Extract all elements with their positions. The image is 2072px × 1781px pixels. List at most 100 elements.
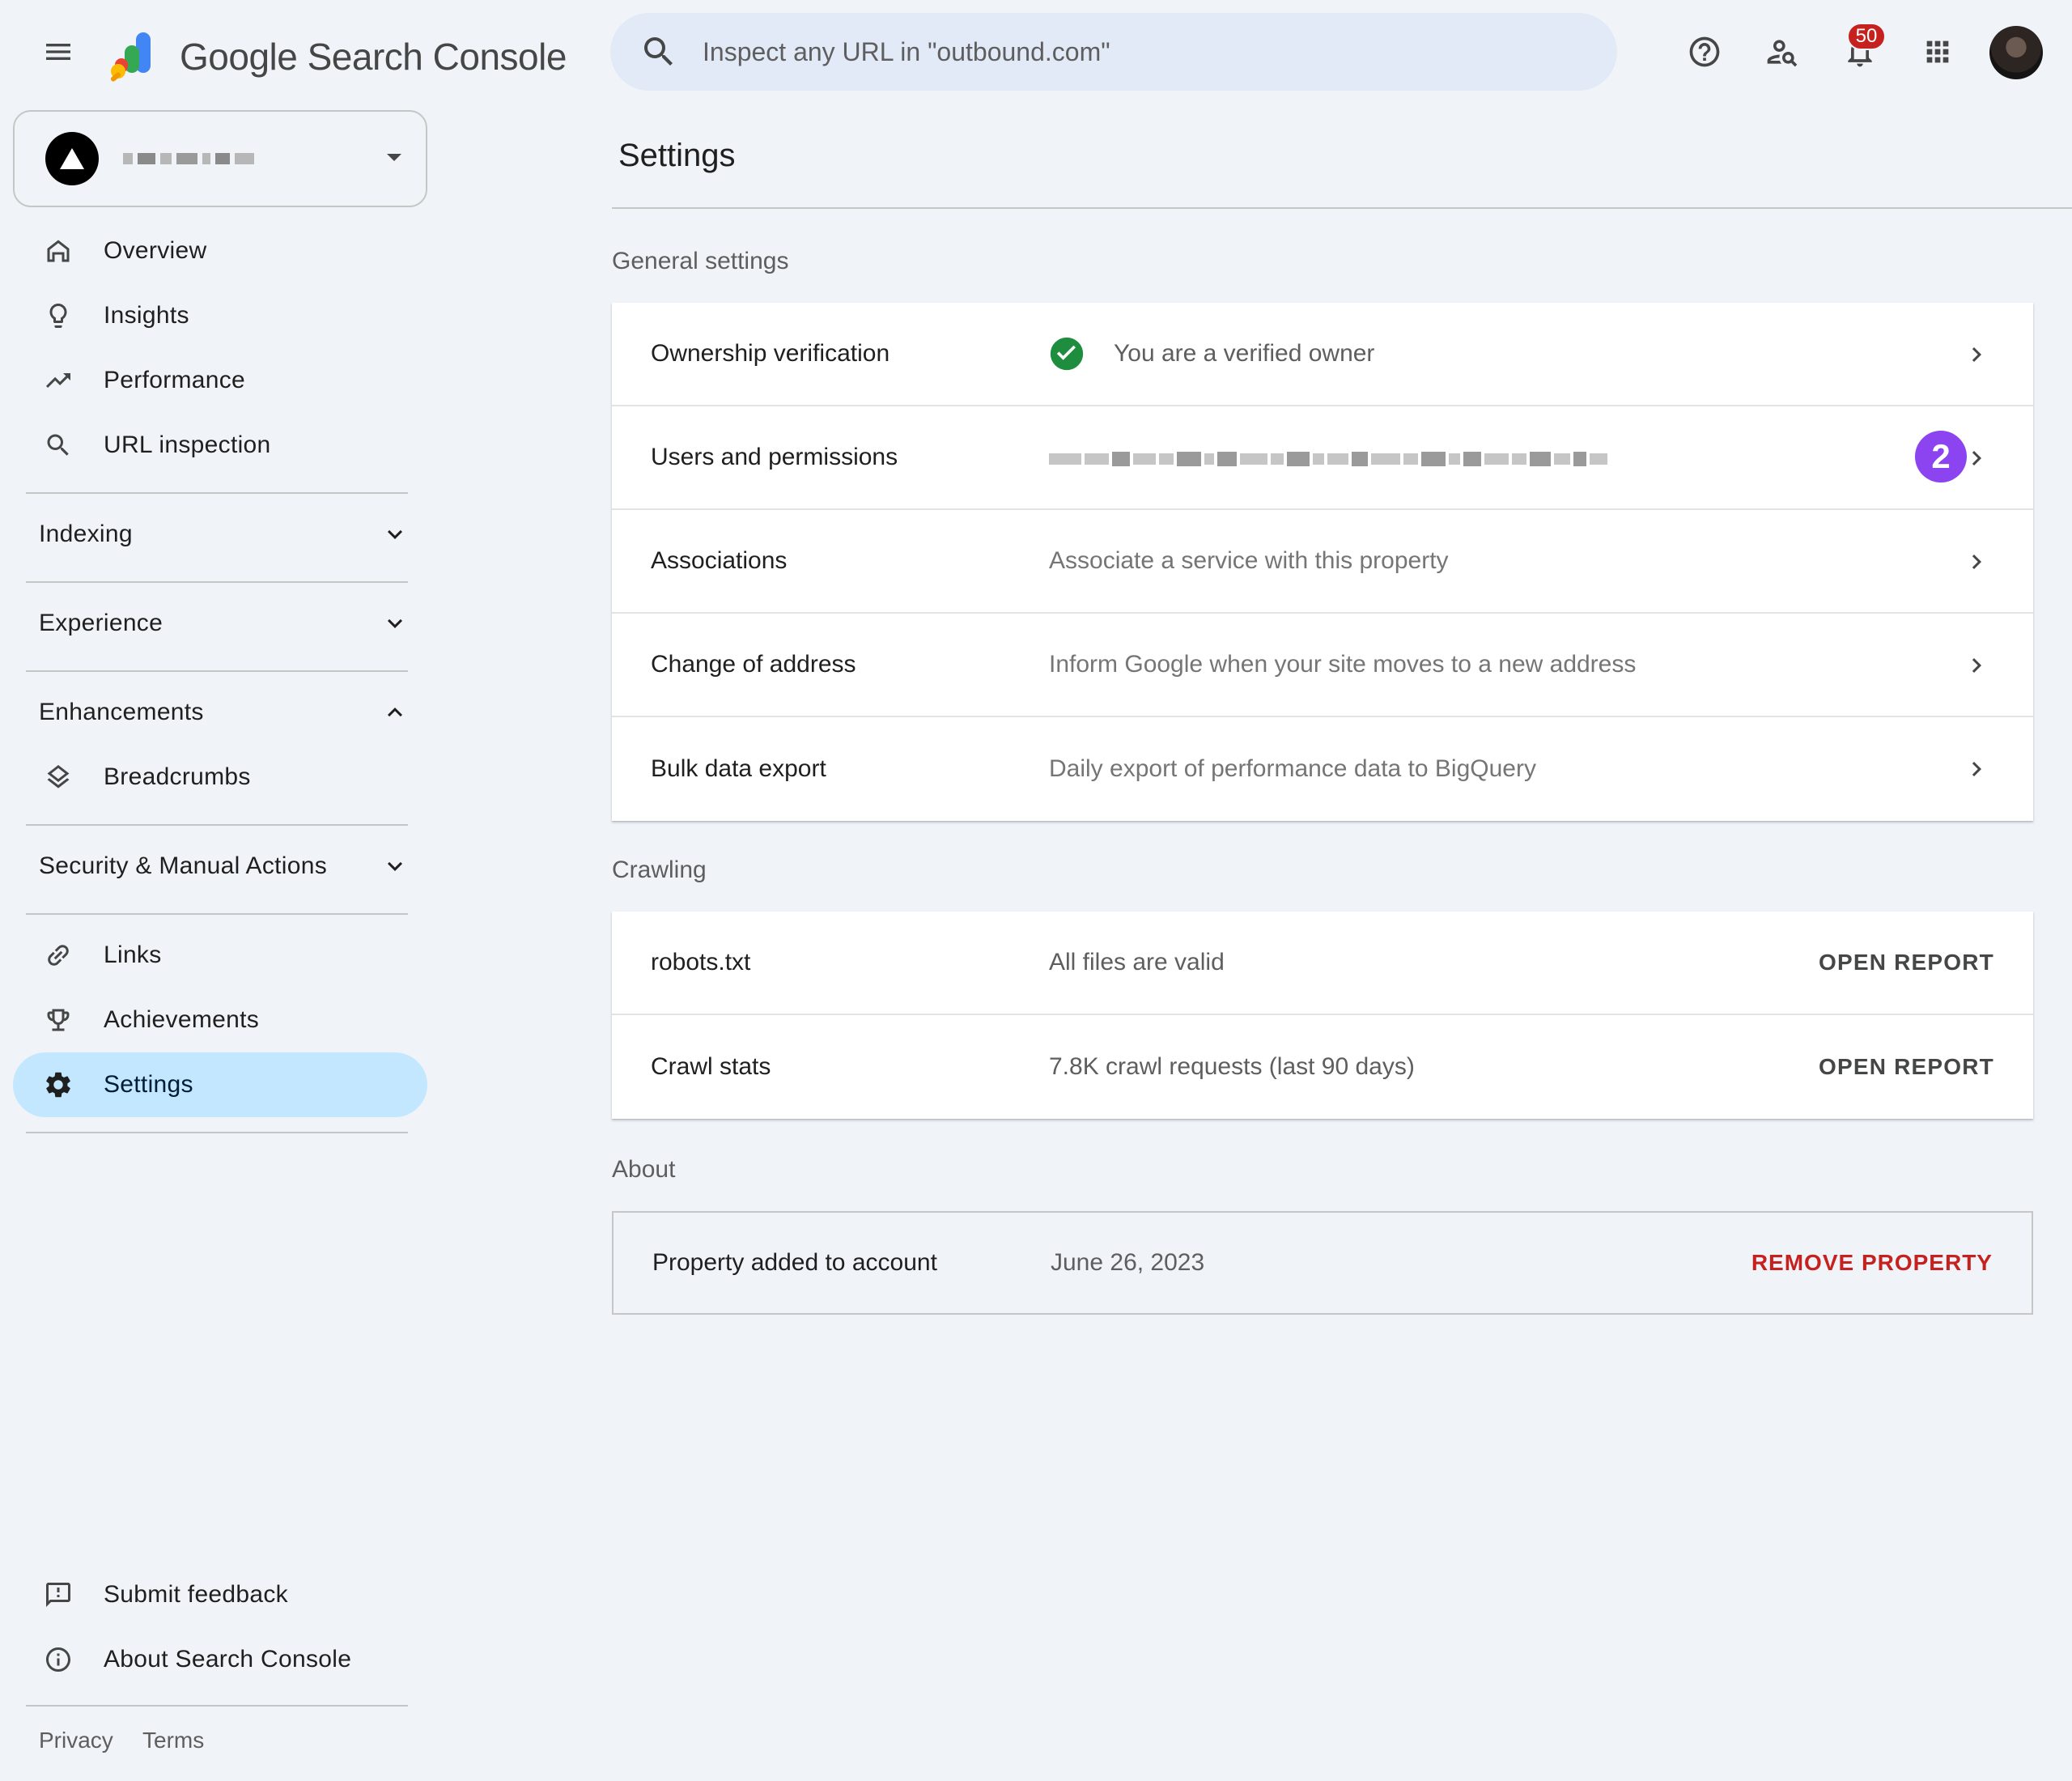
chevron-up-icon: [388, 708, 402, 717]
section-label: Indexing: [39, 521, 133, 547]
crawling-heading: Crawling: [612, 856, 707, 883]
brand-title[interactable]: Google Search Console: [180, 29, 567, 84]
chevron-right-icon: [1972, 347, 1981, 362]
property-selector[interactable]: [13, 110, 427, 207]
users-permissions-row[interactable]: Users and permissions 2: [612, 406, 2033, 510]
nav-label: Insights: [104, 302, 189, 329]
help-icon: [1689, 36, 1720, 67]
title-divider: [612, 207, 2072, 209]
row-value: You are a verified owner: [1114, 340, 1375, 367]
chevron-down-icon: [388, 861, 402, 871]
sidebar-divider: [26, 824, 408, 826]
row-value: All files are valid: [1049, 949, 1225, 976]
feedback-icon: [42, 1579, 74, 1611]
change-of-address-row[interactable]: Change of address Inform Google when you…: [612, 614, 2033, 717]
nav-label: About Search Console: [104, 1646, 352, 1673]
google-apps-button[interactable]: [1915, 29, 1960, 74]
nav-settings[interactable]: Settings: [13, 1052, 427, 1117]
crawl-stats-row: Crawl stats 7.8K crawl requests (last 90…: [612, 1015, 2033, 1119]
search-console-logo: [108, 26, 165, 83]
search-icon: [42, 429, 74, 461]
trending-up-icon: [42, 364, 74, 397]
chevron-right-icon: [1972, 762, 1981, 776]
associations-row[interactable]: Associations Associate a service with th…: [612, 510, 2033, 614]
page-title: Settings: [618, 138, 736, 173]
nav-label: Settings: [104, 1071, 193, 1098]
crawling-card: robots.txt All files are valid OPEN REPO…: [612, 912, 2033, 1119]
nav-label: Overview: [104, 237, 207, 264]
main-menu-button[interactable]: [36, 29, 81, 74]
help-button[interactable]: [1682, 29, 1727, 74]
row-value: Inform Google when your site moves to a …: [1049, 651, 1637, 678]
row-label: Users and permissions: [651, 444, 898, 470]
step-number-badge: 2: [1915, 431, 1967, 482]
general-settings-heading: General settings: [612, 248, 789, 274]
account-avatar[interactable]: [1989, 26, 2043, 79]
nav-insights[interactable]: Insights: [13, 283, 427, 348]
lightbulb-icon: [42, 300, 74, 332]
search-icon: [644, 37, 673, 66]
row-label: Associations: [651, 547, 788, 574]
row-label: Change of address: [651, 651, 856, 678]
sidebar-divider: [26, 581, 408, 583]
property-added-date: June 26, 2023: [1051, 1249, 1205, 1276]
link-icon: [42, 939, 74, 971]
nav-about-search-console[interactable]: About Search Console: [13, 1627, 427, 1692]
row-value: Associate a service with this property: [1049, 547, 1449, 574]
robots-txt-row: robots.txt All files are valid OPEN REPO…: [612, 912, 2033, 1015]
notification-count-badge: 50: [1847, 23, 1886, 50]
section-label: Enhancements: [39, 699, 204, 725]
terms-link[interactable]: Terms: [142, 1728, 204, 1753]
sidebar-divider: [26, 1132, 408, 1133]
chevron-right-icon: [1972, 451, 1981, 465]
nav-label: Achievements: [104, 1006, 260, 1033]
open-report-button[interactable]: OPEN REPORT: [1819, 950, 1994, 976]
sidebar-divider: [26, 492, 408, 494]
remove-property-button[interactable]: REMOVE PROPERTY: [1751, 1250, 1993, 1276]
nav-section-security[interactable]: Security & Manual Actions: [13, 834, 427, 899]
nav-submit-feedback[interactable]: Submit feedback: [13, 1562, 427, 1627]
open-report-button[interactable]: OPEN REPORT: [1819, 1054, 1994, 1080]
hamburger-menu-icon: [46, 44, 70, 60]
nav-achievements[interactable]: Achievements: [13, 988, 427, 1052]
redacted-users-list: [1049, 452, 1607, 466]
about-heading: About: [612, 1156, 676, 1183]
nav-label: Breadcrumbs: [104, 763, 251, 790]
nav-performance[interactable]: Performance: [13, 348, 427, 413]
row-value: Daily export of performance data to BigQ…: [1049, 755, 1536, 782]
section-label: Experience: [39, 610, 163, 636]
nav-section-experience[interactable]: Experience: [13, 591, 427, 656]
user-settings-button[interactable]: [1760, 29, 1805, 74]
nav-breadcrumbs[interactable]: Breadcrumbs: [13, 745, 427, 810]
privacy-link[interactable]: Privacy: [39, 1728, 113, 1753]
chevron-right-icon: [1972, 555, 1981, 569]
gear-icon: [42, 1069, 74, 1101]
search-input[interactable]: [703, 36, 1577, 67]
chevron-down-icon: [388, 618, 402, 628]
nav-label: URL inspection: [104, 431, 271, 458]
row-label: robots.txt: [651, 949, 751, 976]
bulk-data-export-row[interactable]: Bulk data export Daily export of perform…: [612, 717, 2033, 821]
row-value: 7.8K crawl requests (last 90 days): [1049, 1053, 1415, 1080]
nav-section-enhancements[interactable]: Enhancements: [13, 680, 427, 745]
nav-label: Links: [104, 942, 162, 968]
nav-overview[interactable]: Overview: [13, 219, 427, 283]
info-icon: [42, 1643, 74, 1676]
row-label: Bulk data export: [651, 755, 826, 782]
nav-section-indexing[interactable]: Indexing: [13, 502, 427, 567]
nav-links[interactable]: Links: [13, 923, 427, 988]
nav-url-inspection[interactable]: URL inspection: [13, 413, 427, 478]
url-inspection-search[interactable]: [610, 13, 1617, 91]
chevron-down-icon: [388, 529, 402, 539]
sidebar-divider: [26, 913, 408, 915]
row-label: Ownership verification: [651, 340, 890, 367]
verified-status: You are a verified owner: [1049, 336, 1374, 372]
dropdown-caret-icon: [387, 154, 401, 161]
ownership-verification-row[interactable]: Ownership verification You are a verifie…: [612, 303, 2033, 406]
property-name-redacted: [123, 153, 254, 164]
section-label: Security & Manual Actions: [39, 852, 328, 879]
sidebar-divider: [26, 1705, 408, 1707]
nav-label: Performance: [104, 367, 246, 393]
trophy-icon: [42, 1004, 74, 1036]
row-label: Property added to account: [652, 1249, 937, 1276]
